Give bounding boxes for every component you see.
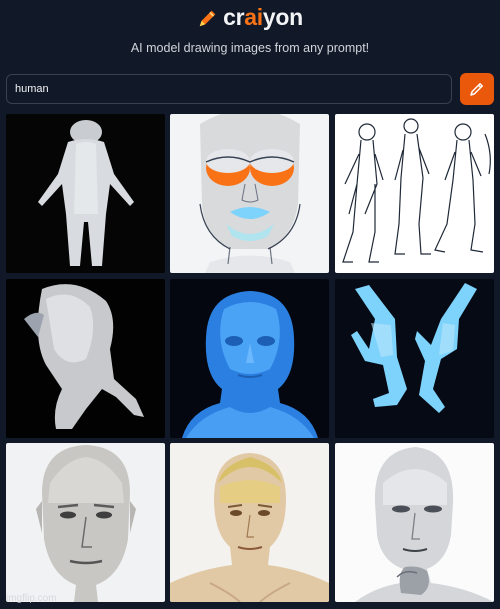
generated-image-3[interactable]	[335, 114, 494, 273]
generated-image-1[interactable]	[6, 114, 165, 273]
generated-image-5[interactable]	[170, 279, 329, 438]
generated-image-9[interactable]	[335, 443, 494, 602]
image-grid	[0, 0, 500, 609]
generated-image-6[interactable]	[335, 279, 494, 438]
imgflip-watermark: imgflip.com	[6, 593, 57, 604]
generated-image-4[interactable]	[6, 279, 165, 438]
generated-image-7[interactable]	[6, 443, 165, 602]
generated-image-2[interactable]	[170, 114, 329, 273]
generated-image-8[interactable]	[170, 443, 329, 602]
